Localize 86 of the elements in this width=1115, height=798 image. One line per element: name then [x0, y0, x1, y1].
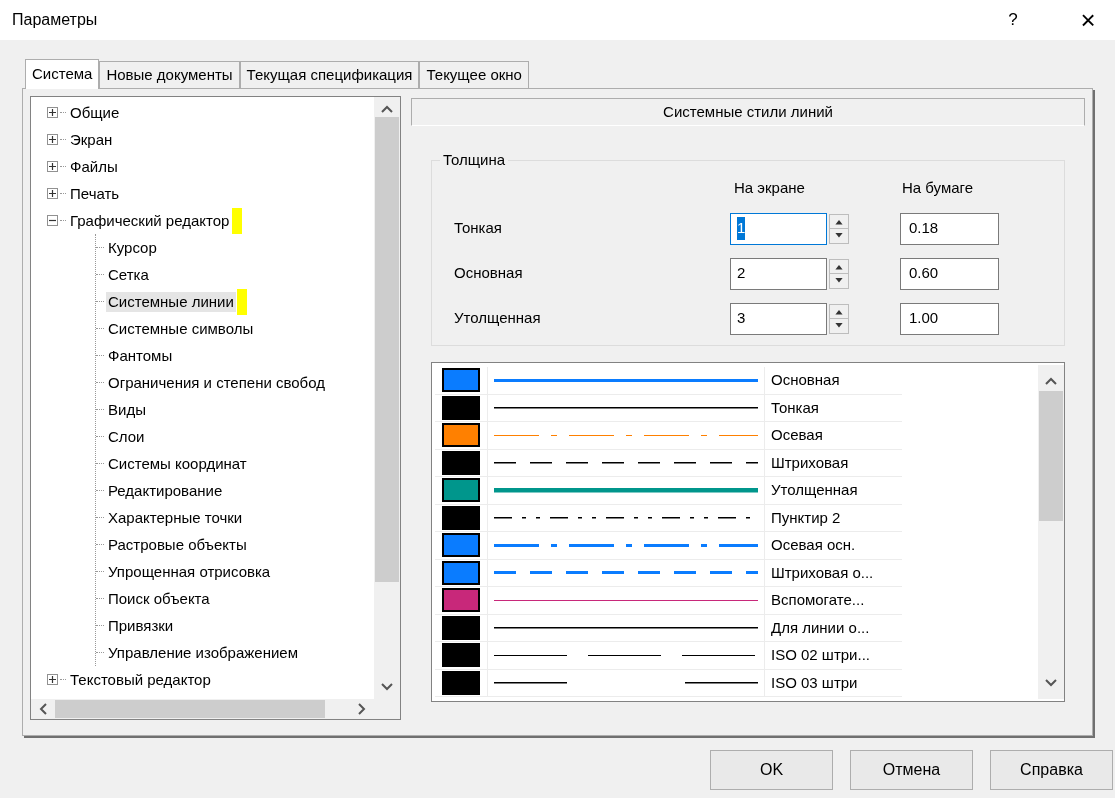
column-header: На экране: [733, 178, 806, 198]
line-style-row[interactable]: Для линии о...: [435, 614, 902, 642]
number-field[interactable]: 1.00: [900, 302, 999, 335]
number-field[interactable]: 1: [730, 212, 827, 245]
expand-icon[interactable]: [47, 161, 58, 172]
panel-header: Системные стили линий: [411, 98, 1085, 126]
collapse-icon[interactable]: [47, 215, 58, 226]
line-style-row[interactable]: Осевая: [435, 422, 902, 450]
tree-item[interactable]: Редактирование: [106, 480, 225, 501]
column-header: На бумаге: [901, 178, 975, 198]
line-style-row[interactable]: ISO 03 штри: [435, 669, 902, 697]
line-style-row[interactable]: Утолщенная: [435, 477, 902, 505]
vertical-scrollbar[interactable]: [374, 97, 400, 699]
tab[interactable]: Текущая спецификация: [239, 61, 420, 88]
style-name: Пунктир 2: [770, 507, 841, 528]
tree-item[interactable]: Экран: [68, 129, 115, 150]
tree-item[interactable]: Упрощенная отрисовка: [106, 561, 273, 582]
style-name: Основная: [770, 370, 840, 390]
help-button[interactable]: ?: [998, 7, 1028, 33]
tree-item[interactable]: Управление изображением: [106, 642, 300, 663]
scroll-left-icon[interactable]: [39, 703, 47, 715]
expand-icon[interactable]: [47, 674, 58, 685]
style-name: Осевая: [770, 425, 823, 445]
style-name: Штриховая о...: [770, 562, 874, 583]
expand-icon[interactable]: [47, 188, 58, 199]
tree-item[interactable]: Сетка: [106, 264, 151, 285]
spin-buttons[interactable]: [829, 303, 849, 334]
dialog-button[interactable]: OK: [710, 750, 833, 790]
close-button[interactable]: ×: [1073, 7, 1103, 33]
tree-item[interactable]: Системные линии: [106, 291, 236, 312]
number-field[interactable]: 3: [730, 302, 827, 335]
tree-item[interactable]: Ограничения и степени свобод: [106, 372, 327, 393]
line-style-row[interactable]: Пунктир 2: [435, 504, 902, 532]
scroll-right-icon[interactable]: [358, 703, 366, 715]
line-style-row[interactable]: Осевая осн.: [435, 532, 902, 560]
style-name: Осевая осн.: [770, 535, 856, 555]
style-name: Тонкая: [770, 397, 819, 418]
tree-item[interactable]: Курсор: [106, 237, 159, 258]
style-name: Для линии о...: [770, 617, 870, 638]
number-field[interactable]: 0.18: [900, 212, 999, 245]
tree-item[interactable]: Системы координат: [106, 453, 249, 474]
vertical-scrollbar[interactable]: [1038, 365, 1064, 699]
tree-item[interactable]: Поиск объекта: [106, 588, 212, 609]
tree-item[interactable]: Фантомы: [106, 345, 175, 366]
tree-item[interactable]: Текстовый редактор: [68, 669, 213, 690]
line-style-row[interactable]: Основная: [435, 367, 902, 395]
field-label: Тонкая: [454, 218, 503, 239]
expand-icon[interactable]: [47, 134, 58, 145]
scroll-up-icon[interactable]: [381, 105, 393, 113]
scroll-up-icon[interactable]: [1045, 377, 1057, 385]
style-name: Штриховая: [770, 452, 849, 473]
tree-item[interactable]: Характерные точки: [106, 507, 245, 528]
dialog-button[interactable]: Справка: [990, 750, 1113, 790]
line-style-row[interactable]: Тонкая: [435, 394, 902, 422]
field-label: Утолщенная: [454, 308, 542, 329]
line-style-row[interactable]: Вспомогате...: [435, 587, 902, 615]
spin-buttons[interactable]: [829, 213, 849, 244]
tree-item[interactable]: Слои: [106, 426, 147, 447]
field-label: Основная: [454, 263, 524, 284]
style-name: ISO 03 штри: [770, 672, 858, 693]
tab[interactable]: Текущее окно: [419, 61, 529, 88]
line-style-row[interactable]: Штриховая о...: [435, 559, 902, 587]
scroll-down-icon[interactable]: [381, 683, 393, 691]
number-field[interactable]: 2: [730, 257, 827, 290]
style-name: ISO 02 штри...: [770, 645, 870, 665]
style-name: Утолщенная: [770, 480, 858, 500]
spin-buttons[interactable]: [829, 258, 849, 289]
tree-item[interactable]: Привязки: [106, 615, 176, 636]
tree-item[interactable]: Печать: [68, 183, 122, 204]
line-style-row[interactable]: Штриховая: [435, 449, 902, 477]
expand-icon[interactable]: [47, 107, 58, 118]
number-field[interactable]: 0.60: [900, 257, 999, 290]
horizontal-scrollbar[interactable]: [31, 699, 400, 719]
dialog-button[interactable]: Отмена: [850, 750, 973, 790]
tab[interactable]: Система: [25, 59, 100, 89]
tree-item[interactable]: Растровые объекты: [106, 534, 249, 555]
tree-item[interactable]: Файлы: [68, 156, 120, 177]
tree-item[interactable]: Общие: [68, 102, 122, 123]
line-style-row[interactable]: ISO 02 штри...: [435, 642, 902, 670]
tree-item[interactable]: Системные символы: [106, 318, 256, 339]
scroll-down-icon[interactable]: [1045, 679, 1057, 687]
style-name: Вспомогате...: [770, 590, 865, 610]
window-title: Параметры: [12, 10, 99, 30]
tree-item[interactable]: Виды: [106, 399, 148, 420]
tree-item[interactable]: Графический редактор: [68, 210, 232, 231]
tab[interactable]: Новые документы: [99, 61, 240, 88]
